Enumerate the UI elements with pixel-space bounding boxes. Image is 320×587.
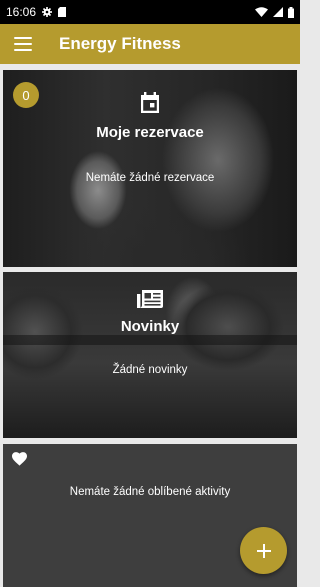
reservations-card[interactable]: 0 Moje rezervace Nemáte žádné rezervace (3, 70, 297, 267)
sim-card-icon (58, 7, 67, 17)
plus-icon (256, 543, 271, 558)
cell-signal-icon (273, 7, 283, 17)
reservations-empty-text: Nemáte žádné rezervace (85, 172, 215, 184)
status-time: 16:06 (6, 5, 37, 19)
news-title: Novinky (120, 318, 180, 335)
favorites-empty-text: Nemáte žádné oblíbené aktivity (69, 486, 231, 498)
wifi-icon (255, 7, 268, 17)
settings-icon (42, 7, 53, 17)
status-bar: 16:06 (0, 0, 300, 24)
battery-icon (288, 6, 294, 18)
news-empty-text: Žádné novinky (112, 364, 188, 376)
hamburger-menu-icon[interactable] (14, 37, 32, 51)
heart-icon (12, 452, 27, 466)
calendar-icon (141, 92, 159, 113)
add-fab-button[interactable] (240, 527, 287, 574)
news-card[interactable]: Novinky Žádné novinky (3, 272, 297, 438)
app-bar: Energy Fitness (0, 24, 300, 64)
newspaper-icon (137, 290, 163, 308)
app-title: Energy Fitness (59, 34, 181, 53)
reservations-title: Moje rezervace (96, 124, 204, 141)
